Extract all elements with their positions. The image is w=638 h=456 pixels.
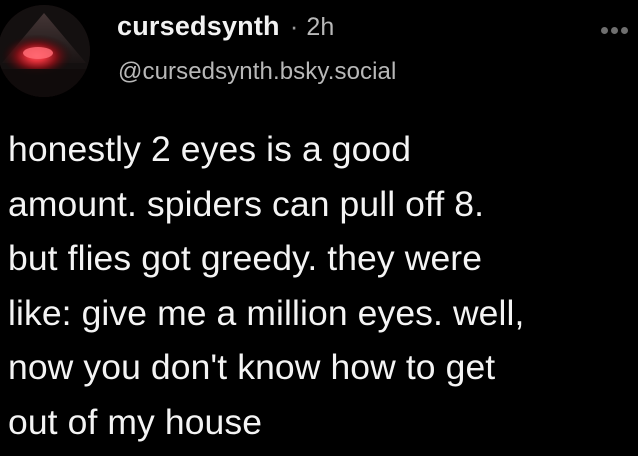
post-text-line: but flies got greedy. they were bbox=[8, 238, 483, 278]
post-card: cursedsynth · 2h @cursedsynth.bsky.socia… bbox=[0, 0, 638, 456]
post-text-line: like: give me a million eyes. well, bbox=[8, 292, 525, 333]
display-name[interactable]: cursedsynth bbox=[117, 11, 280, 42]
red-glow-avatar-icon bbox=[0, 5, 90, 97]
post-timestamp[interactable]: 2h bbox=[306, 13, 334, 42]
more-dot-3 bbox=[620, 26, 628, 34]
post-text: honestly 2 eyes is a good amount. spider… bbox=[8, 122, 633, 449]
more-options-button[interactable] bbox=[594, 20, 634, 40]
more-dot-2 bbox=[610, 26, 618, 34]
post-header: cursedsynth · 2h bbox=[117, 11, 334, 49]
post-text-line: now you don't know how to get bbox=[8, 347, 496, 387]
avatar[interactable] bbox=[0, 5, 90, 97]
post-text-line: out of my house bbox=[8, 401, 263, 442]
author-handle[interactable]: @cursedsynth.bsky.social bbox=[118, 58, 396, 86]
post-text-line: honestly 2 eyes is a good bbox=[8, 129, 412, 169]
separator-dot: · bbox=[289, 11, 299, 41]
post-text-line: amount. spiders can pull off 8. bbox=[8, 183, 485, 224]
more-dot-1 bbox=[600, 26, 608, 34]
